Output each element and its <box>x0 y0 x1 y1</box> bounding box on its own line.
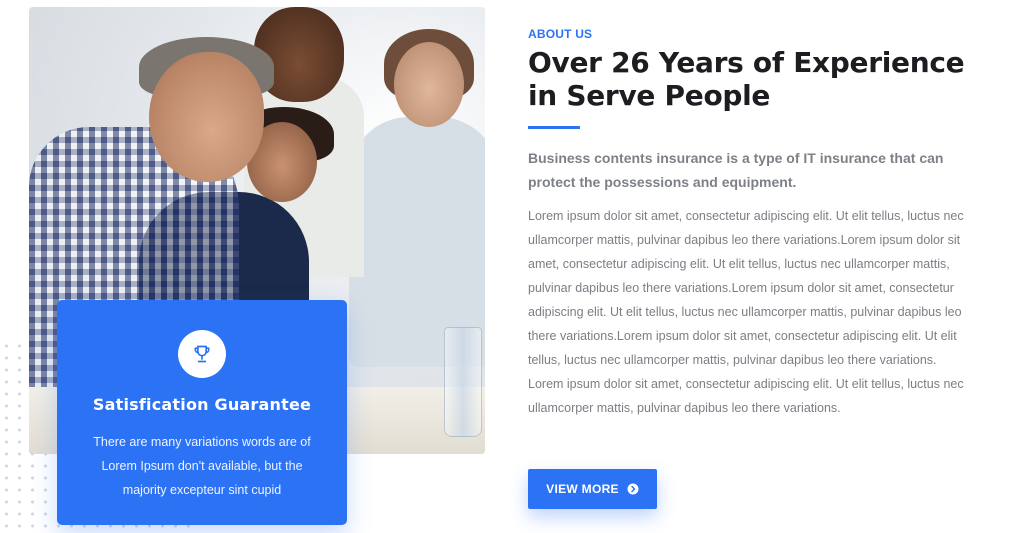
satisfaction-guarantee-card: Satisfication Guarantee There are many v… <box>57 300 347 525</box>
arrow-circle-right-icon <box>627 483 639 495</box>
section-headline: Over 26 Years of Experience in Serve Peo… <box>528 46 965 112</box>
headline-underline <box>528 126 580 129</box>
guarantee-title: Satisfication Guarantee <box>92 395 312 414</box>
trophy-icon <box>178 330 226 378</box>
view-more-button[interactable]: VIEW MORE <box>528 469 657 509</box>
guarantee-description: There are many variations words are of L… <box>93 435 311 497</box>
body-paragraph: Lorem ipsum dolor sit amet, consectetur … <box>528 209 964 415</box>
lead-paragraph: Business contents insurance is a type of… <box>528 150 944 190</box>
view-more-label: VIEW MORE <box>546 482 619 496</box>
section-label: ABOUT US <box>528 27 593 41</box>
